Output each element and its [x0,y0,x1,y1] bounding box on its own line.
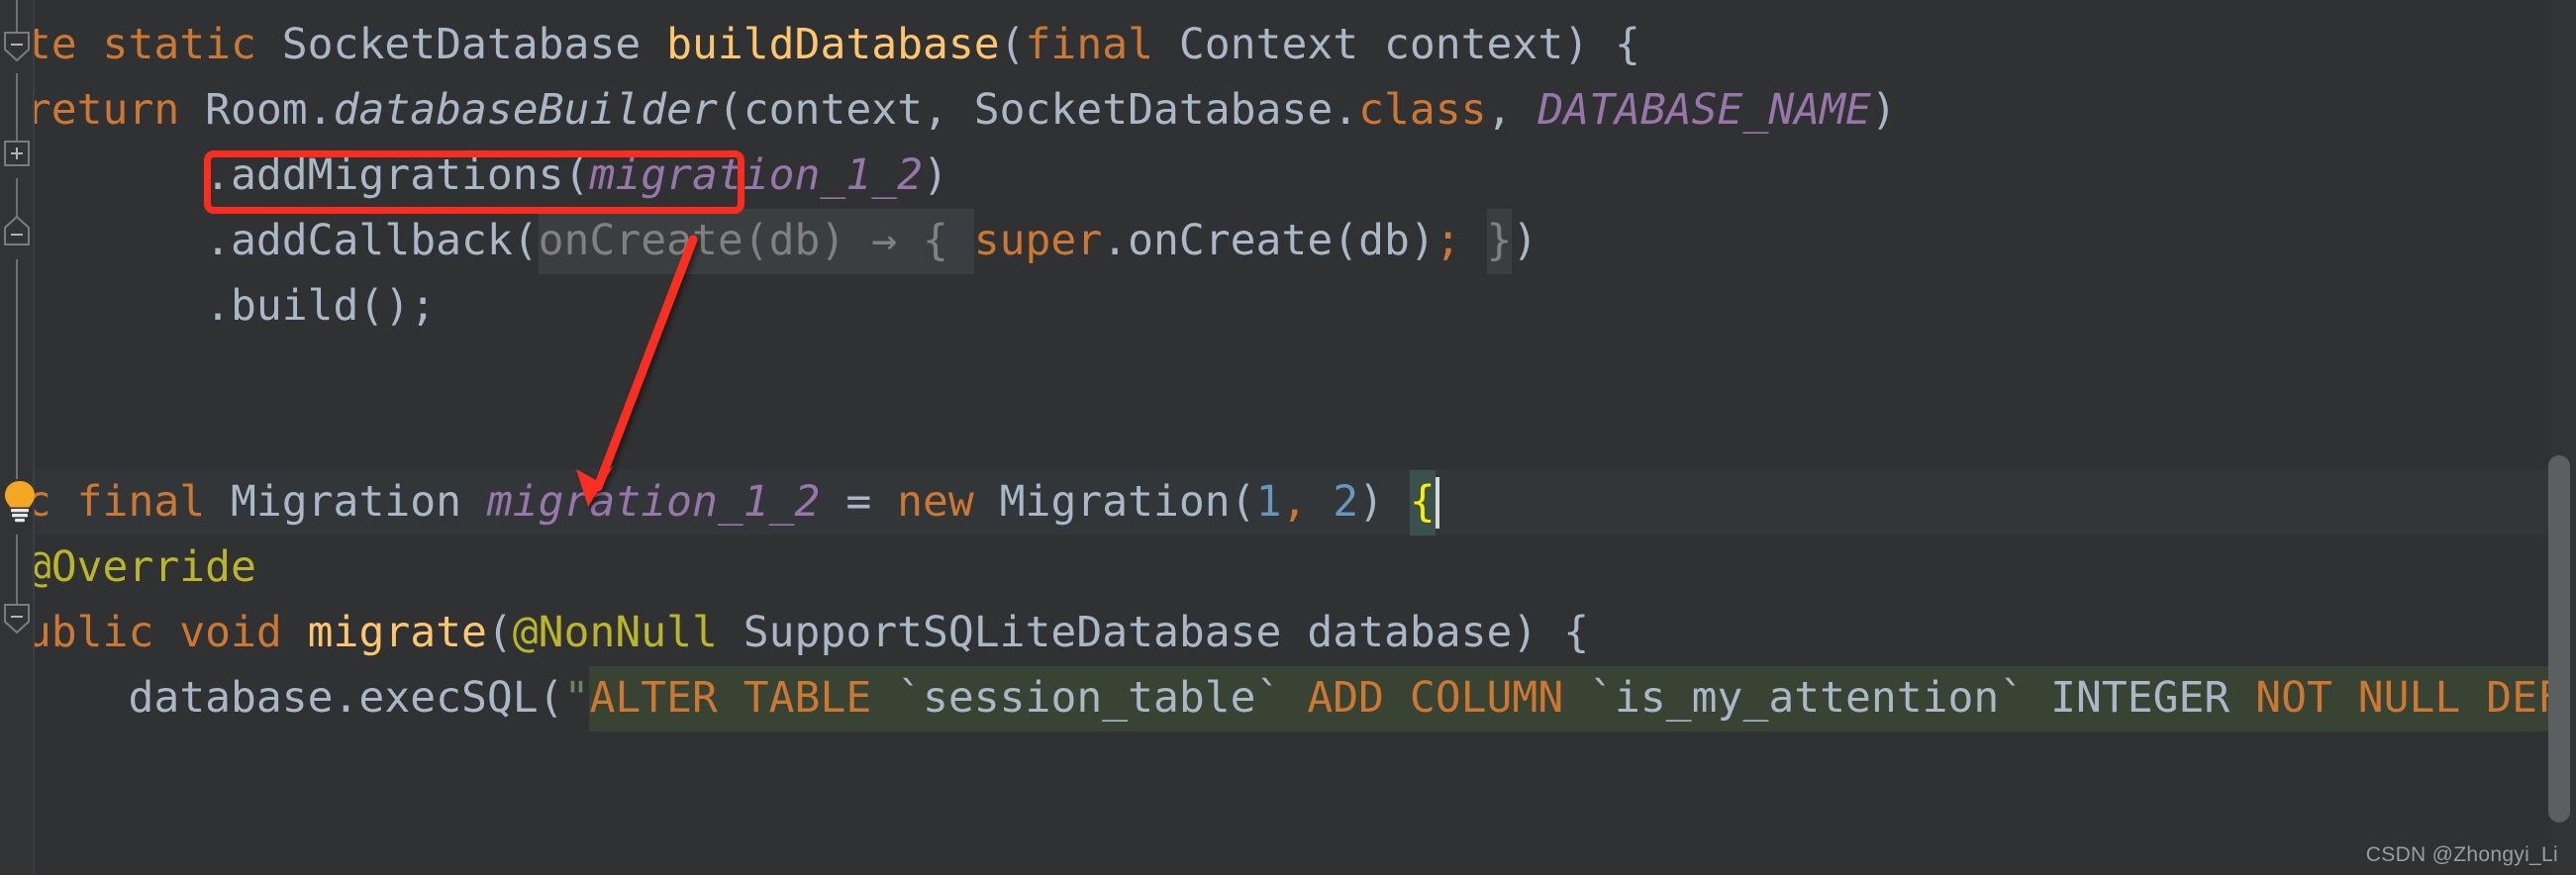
code-token: onCreate(db) → { [538,209,974,274]
code-token: databaseBuilder [333,85,718,135]
code-token: SocketDatabase [281,20,667,69]
line-migrate-signature[interactable]: public void migrate(@NonNull SupportSQLi… [0,600,1589,665]
code-token: return [25,85,206,135]
code-token: DATABASE_NAME [1537,85,1871,135]
code-token: `session_table` [897,666,1282,731]
fold-spine-method [16,535,18,606]
code-token [1281,666,1308,731]
code-token: public void [0,608,308,657]
code-token: migration_1_2 [589,150,923,200]
code-token: " [563,673,590,723]
code-token: Context context) { [1178,20,1640,69]
code-token: , [1486,85,1538,135]
code-token: ( [486,608,513,657]
fold-marker-collapse-migrate-method[interactable] [4,604,30,633]
code-token: .build(); [0,281,437,331]
code-token: ) [1512,216,1538,265]
line-build-database-signature[interactable]: ate static SocketDatabase buildDatabase(… [0,12,1640,77]
code-token: database.execSQL( [0,673,564,723]
code-token: .onCreate(db) [1102,216,1436,265]
csdn-watermark: CSDN @Zhongyi_Li [2365,843,2558,866]
code-token: @Override [25,542,256,592]
code-token: Migration [231,477,487,527]
vertical-scrollbar-thumb[interactable] [2548,455,2570,823]
line-migration-field-declaration[interactable]: ic final Migration migration_1_2 = new M… [0,469,1436,535]
code-token: ADD COLUMN [1307,666,1590,731]
code-token: migrate [307,608,487,657]
code-token: 2 [1333,477,1359,527]
code-token: final [1025,20,1179,69]
text-caret [1436,477,1439,529]
code-token: 1 [1255,477,1282,527]
code-token: ate static [0,20,282,69]
code-token: SupportSQLiteDatabase database) { [717,608,1590,657]
code-token: super [973,216,1103,265]
code-token: Room. [205,85,334,135]
code-editor[interactable]: ate static SocketDatabase buildDatabase(… [0,0,2576,875]
lightbulb-icon[interactable] [2,479,36,523]
code-token: NOT NULL DEFAULT [2255,666,2576,731]
code-token: new [897,477,1000,527]
line-override-annotation[interactable]: @Override [0,535,256,600]
code-token: (context, SocketDatabase. [717,85,1359,135]
code-token: ) [1358,477,1410,527]
code-token: buildDatabase [666,20,1000,69]
code-token: } [1486,209,1513,274]
line-add-callback[interactable]: .addCallback(onCreate(db) → { super.onCr… [0,208,1538,274]
code-token: ; [1435,216,1461,265]
gutter-divider [33,0,35,875]
code-token: ) [922,150,948,200]
code-token: , [1281,477,1308,527]
fold-marker-collapse-anonymous-class[interactable] [4,216,30,245]
fold-marker-collapse-build-database[interactable] [4,32,30,61]
code-token: @NonNull [512,608,718,657]
code-token: `is_my_attention` [1589,666,2026,731]
line-return-room-database-builder[interactable]: return Room.databaseBuilder(context, Soc… [0,77,1897,143]
line-exec-sql[interactable]: database.execSQL("ALTER TABLE `session_t… [0,665,2576,731]
line-build[interactable]: .build(); [0,273,436,339]
code-token: migration_1_2 [486,477,821,527]
code-token: ALTER TABLE [589,666,898,731]
code-text-surface[interactable]: ate static SocketDatabase buildDatabase(… [0,0,2576,875]
fold-marker-expand-region[interactable] [4,141,30,166]
code-token: class [1358,85,1487,135]
code-token: { [1409,470,1436,535]
code-token: ) [1870,85,1897,135]
line-add-migrations[interactable]: .addMigrations(migration_1_2) [0,143,948,208]
code-token: Migration( [999,477,1256,527]
code-token: = [820,477,898,527]
code-token: INTEGER [2025,666,2256,731]
fold-spine-tail [16,259,18,479]
code-token: .addMigrations( [0,150,590,200]
code-token: .addCallback( [0,216,539,265]
code-token: ( [999,20,1026,69]
